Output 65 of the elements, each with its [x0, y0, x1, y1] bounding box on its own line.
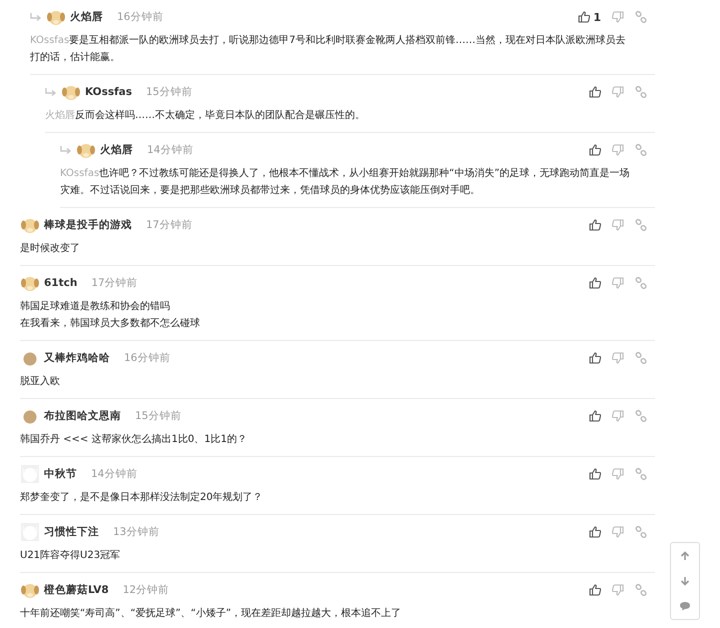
link-icon[interactable] — [635, 277, 647, 289]
link-icon[interactable] — [635, 584, 647, 596]
comment-time: 14分钟前 — [147, 143, 194, 157]
comment-text: KOssfas也许吧？不过教练可能还是得换人了，他根本不懂战术，从小组赛开始就踢那种“中场消失”的足球，无球跑动简直是一场灾难。不过话说回来，要是把那些欧洲球员都带过来，凭借球员的身体优势应该能压倒对手吧。 — [60, 166, 631, 198]
comment-text: 是时候改变了 — [20, 242, 81, 256]
thumbs-up-icon[interactable] — [589, 219, 601, 231]
user-name[interactable]: 火焰唇 — [100, 143, 133, 157]
link-icon[interactable] — [635, 352, 647, 364]
thumbs-down-icon[interactable] — [612, 410, 624, 422]
thumbs-down-icon[interactable] — [612, 86, 624, 98]
thumbs-down-icon[interactable] — [612, 584, 624, 596]
link-icon[interactable] — [635, 219, 647, 231]
user-name[interactable]: 又棒炸鸡哈哈 — [44, 351, 110, 365]
user-name[interactable]: 橙色蘑菇LV8 — [44, 583, 109, 597]
link-icon[interactable] — [635, 144, 647, 156]
user-name[interactable]: 火焰唇 — [70, 10, 103, 24]
comment-time: 15分钟前 — [135, 409, 182, 423]
thumbs-down-icon[interactable] — [612, 468, 624, 480]
comment-text: KOssfas要是互相都派一队的欧洲球员去打，听说那边德甲7号和比利时联赛金靴两人搭档双前锋……当然，现在对日本队派欧洲球员去打的话，估计能赢。 — [30, 34, 627, 65]
thumbs-down-icon[interactable] — [612, 352, 624, 364]
thumbs-up-icon[interactable] — [589, 526, 601, 538]
thumbs-up-icon[interactable] — [589, 468, 601, 480]
comment-text: 郑梦奎变了，是不是像日本那样没法制定20年规划了？ — [20, 490, 264, 505]
comment-text: U21阵容夺得U23冠军 — [20, 548, 122, 563]
thumbs-down-icon[interactable] — [612, 144, 624, 156]
link-icon[interactable] — [635, 86, 647, 98]
thumbs-up-icon[interactable] — [578, 11, 590, 23]
thumbs-up-icon[interactable] — [589, 86, 601, 98]
user-name[interactable]: 习惯性下注 — [44, 525, 99, 539]
user-name[interactable]: 61tch — [44, 277, 78, 289]
comment-time: 13分钟前 — [113, 525, 160, 539]
thumbs-up-icon[interactable] — [589, 277, 601, 289]
comment-text: 在我看来，韩国球员大多数都不怎么碰球 — [20, 316, 201, 331]
thumbs-up-icon[interactable] — [589, 584, 601, 596]
user-name[interactable]: 布拉图哈文恩南 — [44, 409, 121, 423]
thumbs-down-icon[interactable] — [612, 219, 624, 231]
user-name[interactable]: 中秋节 — [44, 467, 77, 481]
like-count: 1 — [593, 10, 601, 24]
thumbs-down-icon[interactable] — [612, 277, 624, 289]
thumbs-up-icon[interactable] — [589, 410, 601, 422]
comment-text: 韩国乔丹 <<< 这帮家伙怎么搞出1比0、1比1的？ — [20, 432, 248, 447]
comment-time: 12分钟前 — [122, 583, 170, 597]
down-arrow-icon[interactable] — [680, 576, 690, 586]
thumbs-down-icon[interactable] — [612, 526, 624, 538]
comment-time: 16分钟前 — [124, 351, 170, 365]
link-icon[interactable] — [635, 410, 647, 422]
link-icon[interactable] — [635, 468, 647, 480]
thumbs-down-icon[interactable] — [612, 11, 624, 23]
thumbs-up-icon[interactable] — [589, 352, 601, 364]
comment-text: 十年前还嘲笑“寿司高”、“爱抚足球”、“小矮子”，现在差距却越拉越大，根本追不上了 — [20, 606, 402, 621]
user-name[interactable]: 棒球是投手的游戏 — [44, 218, 132, 232]
comment-text: 脱亚入欧 — [20, 374, 61, 389]
comment-text: 韩国足球难道是教练和协会的错吗 — [20, 300, 171, 314]
comment-time: 15分钟前 — [146, 85, 192, 99]
link-icon[interactable] — [635, 526, 647, 538]
comment-text: 火焰唇反而会这样吗……不太确定，毕竟日本队的团队配合是碾压性的。 — [45, 108, 366, 123]
comment-time: 16分钟前 — [117, 10, 164, 24]
comment-time: 17分钟前 — [91, 276, 138, 290]
link-icon[interactable] — [635, 11, 647, 23]
comment-icon[interactable] — [679, 601, 691, 612]
comment-time: 14分钟前 — [91, 467, 138, 481]
thumbs-up-icon[interactable] — [589, 144, 601, 156]
up-arrow-icon[interactable] — [680, 550, 690, 561]
comment-time: 17分钟前 — [146, 218, 192, 232]
user-name[interactable]: KOssfas — [85, 86, 132, 98]
